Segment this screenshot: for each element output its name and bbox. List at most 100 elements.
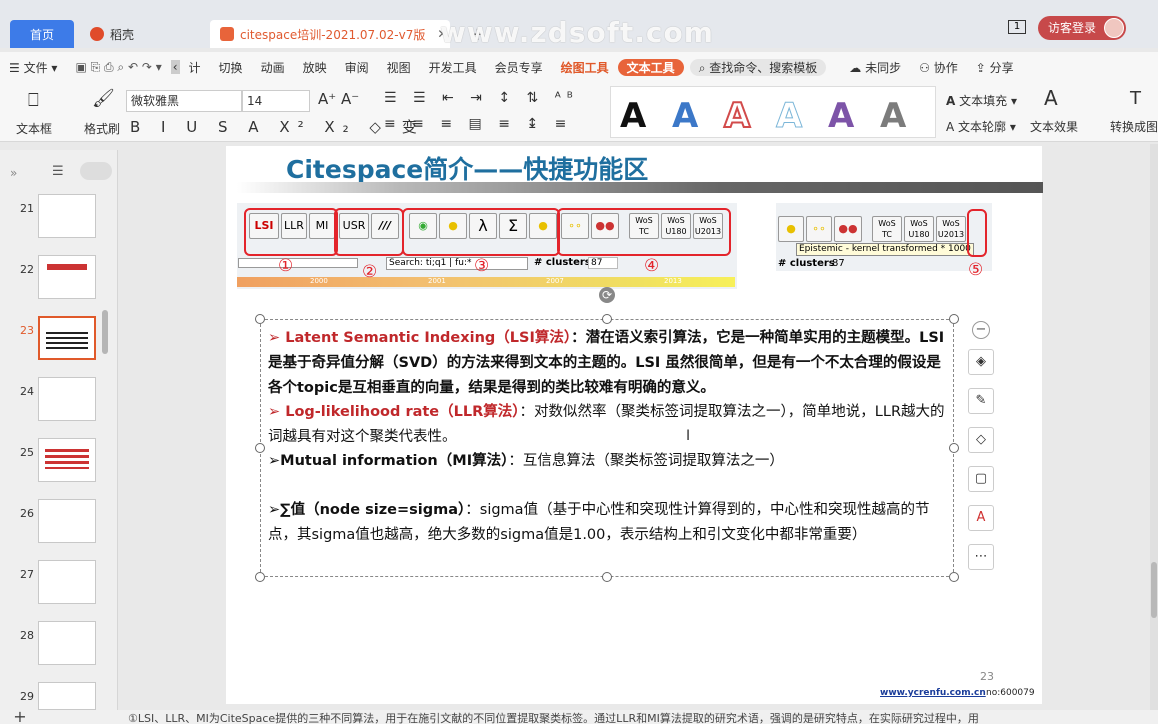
resize-handle[interactable]: [602, 572, 612, 582]
menu-bar: ☰ 文件 ▾ ▣ ⎘ ⎙ ⌕ ↶ ↷ ▾ ‹ 计 切换 动画 放映 审阅 视图 …: [0, 52, 1158, 82]
scroll-left-icon[interactable]: ‹: [170, 60, 180, 74]
slide-thumbnail-26[interactable]: [38, 499, 96, 543]
highlight-group-5: [967, 209, 987, 257]
notes-bar[interactable]: + ①LSI、LLR、MI为CiteSpace提供的三种不同算法，用于在施引文献的…: [0, 710, 1158, 724]
pen-icon[interactable]: ✎: [968, 388, 994, 414]
menu-item-animation[interactable]: 动画: [252, 59, 294, 76]
sidebar-scrollbar[interactable]: [102, 310, 108, 354]
slide-thumbnail-28[interactable]: [38, 621, 96, 665]
menu-item-devtools[interactable]: 开发工具: [420, 59, 486, 76]
slide-thumbnail-29[interactable]: [38, 682, 96, 710]
text-style-red-outline[interactable]: A: [723, 95, 751, 137]
vertical-scrollbar[interactable]: [1150, 144, 1158, 710]
font-style-icons[interactable]: B I U S A X² X₂ ◇ 变: [130, 116, 425, 137]
text-fill-label: 文本填充: [959, 94, 1008, 108]
highlight-group-4: [557, 208, 731, 256]
format-brush-button[interactable]: 格式刷: [84, 120, 120, 137]
paragraph-lsi: ➢ Latent Semantic Indexing（LSI算法）：潜在语义索引…: [268, 326, 954, 401]
paragraph-icons[interactable]: ☰ ☰ ⇤ ⇥ ↕ ⇅ ᴬᴮ: [384, 90, 579, 106]
share-label: 分享: [989, 60, 1014, 75]
slide-thumbnail-27[interactable]: [38, 560, 96, 604]
window-count[interactable]: 1: [1008, 20, 1026, 34]
convert-icon[interactable]: T: [1130, 88, 1141, 109]
text-style-gray[interactable]: A: [880, 96, 906, 136]
share-button[interactable]: ⇪ 分享: [967, 59, 1023, 76]
paragraph-mi: ➢Mutual information（MI算法）：互信息算法（聚类标签词提取算…: [268, 449, 954, 474]
slide-thumbnail-22[interactable]: [38, 255, 96, 299]
collapse-panel-icon[interactable]: −: [972, 321, 990, 339]
text-style-icon[interactable]: A: [968, 505, 994, 531]
clusters-value: 87: [832, 258, 845, 269]
rotate-icon[interactable]: ⟳: [599, 287, 615, 303]
tab-daoke[interactable]: 稻壳: [80, 20, 204, 48]
convert-button[interactable]: 转换成图: [1110, 118, 1158, 135]
slide-title[interactable]: Citespace简介——快捷功能区: [286, 150, 648, 186]
resize-handle[interactable]: [949, 572, 959, 582]
font-grow-shrink-icons[interactable]: A⁺ A⁻: [318, 90, 359, 108]
text-style-light-outline[interactable]: A: [775, 96, 802, 137]
text-outline-button[interactable]: A 文本轮廓 ▾: [946, 118, 1016, 135]
highlight-group-1: [244, 208, 338, 256]
textbox-button[interactable]: 文本框: [16, 120, 52, 137]
tooltip: Epistemic - kernel transformed * 1000: [796, 243, 974, 256]
font-select[interactable]: 微软雅黑: [126, 90, 242, 112]
callout-number: ①: [278, 256, 294, 276]
resize-handle[interactable]: [255, 572, 265, 582]
cluster-icon: ∘∘: [806, 216, 832, 242]
text-cursor-icon: I: [686, 428, 691, 444]
format-brush-icon[interactable]: 🖌: [92, 88, 115, 109]
login-button[interactable]: 访客登录: [1037, 16, 1126, 40]
collapse-icon[interactable]: »: [10, 166, 17, 180]
text-style-black[interactable]: A: [620, 96, 646, 136]
layers-icon[interactable]: ◈: [968, 349, 994, 375]
footer-url[interactable]: www.ycrenfu.com.cn: [880, 688, 986, 698]
fill-icon[interactable]: ◇: [968, 427, 994, 453]
resize-handle[interactable]: [602, 314, 612, 324]
text-fill-button[interactable]: A 文本填充 ▾: [946, 92, 1017, 109]
text-style-blue[interactable]: A: [672, 96, 698, 136]
tab-document[interactable]: citespace培训-2021.07.02-v7版 ✕: [210, 20, 450, 48]
menu-item-design[interactable]: 计: [180, 59, 210, 76]
font-size-select[interactable]: 14: [242, 90, 310, 112]
mi-body: ：互信息算法（聚类标签词提取算法之一）: [508, 453, 784, 469]
slide-number: 25: [20, 446, 34, 459]
yellow-node-icon: ●: [778, 216, 804, 242]
slide-thumbnail-25[interactable]: [38, 438, 96, 482]
slide-number: 27: [20, 568, 34, 581]
search-box[interactable]: ⌕ 查找命令、搜索模板: [689, 58, 827, 76]
sync-button[interactable]: ☁ 未同步: [840, 59, 910, 76]
avatar: [1104, 18, 1124, 38]
menu-item-draw-tools[interactable]: 绘图工具: [552, 59, 618, 76]
menu-item-slideshow[interactable]: 放映: [294, 59, 336, 76]
menu-item-member[interactable]: 会员专享: [486, 59, 552, 76]
text-effect-icon[interactable]: A: [1044, 86, 1058, 110]
align-icons[interactable]: ≡ ≡ ≡ ▤ ≡ ↨ ≡: [384, 116, 572, 132]
slide-view-toggle[interactable]: [80, 162, 112, 180]
menu-item-text-tools[interactable]: 文本工具: [617, 58, 684, 76]
ribbon: ⎕ 文本框 🖌 格式刷 微软雅黑 14 A⁺ A⁻ B I U S A X² X…: [0, 82, 1158, 142]
collab-button[interactable]: ⚇ 协作: [910, 59, 967, 76]
ppt-icon: [220, 27, 234, 41]
paragraph-sigma: ➢∑值（node size=sigma）：sigma值（基于中心性和突现性计算得…: [268, 498, 954, 548]
menu-item-transition[interactable]: 切换: [210, 59, 252, 76]
login-label: 访客登录: [1047, 21, 1096, 35]
resize-handle[interactable]: [255, 314, 265, 324]
menu-item-view[interactable]: 视图: [378, 59, 420, 76]
outline-view-icon[interactable]: ☰: [52, 164, 64, 179]
slide-thumbnail-21[interactable]: [38, 194, 96, 238]
resize-handle[interactable]: [949, 314, 959, 324]
border-icon[interactable]: ▢: [968, 466, 994, 492]
quick-access-icons[interactable]: ▣ ⎘ ⎙ ⌕ ↶ ↷ ▾: [66, 60, 170, 75]
text-style-purple[interactable]: A: [828, 96, 854, 136]
tab-home[interactable]: 首页: [10, 20, 74, 48]
slide-thumbnail-24[interactable]: [38, 377, 96, 421]
add-slide-icon[interactable]: +: [0, 710, 40, 724]
menu-item-review[interactable]: 审阅: [336, 59, 378, 76]
text-effect-button[interactable]: 文本效果: [1030, 118, 1078, 135]
slide-thumbnail-23[interactable]: [38, 316, 96, 360]
more-icon[interactable]: ⋯: [968, 544, 994, 570]
resize-handle[interactable]: [255, 443, 265, 453]
bullet-arrow-icon: ➢: [268, 453, 281, 469]
textbox-icon[interactable]: ⎕: [28, 90, 39, 111]
menu-icon[interactable]: ☰ 文件 ▾: [0, 59, 66, 76]
